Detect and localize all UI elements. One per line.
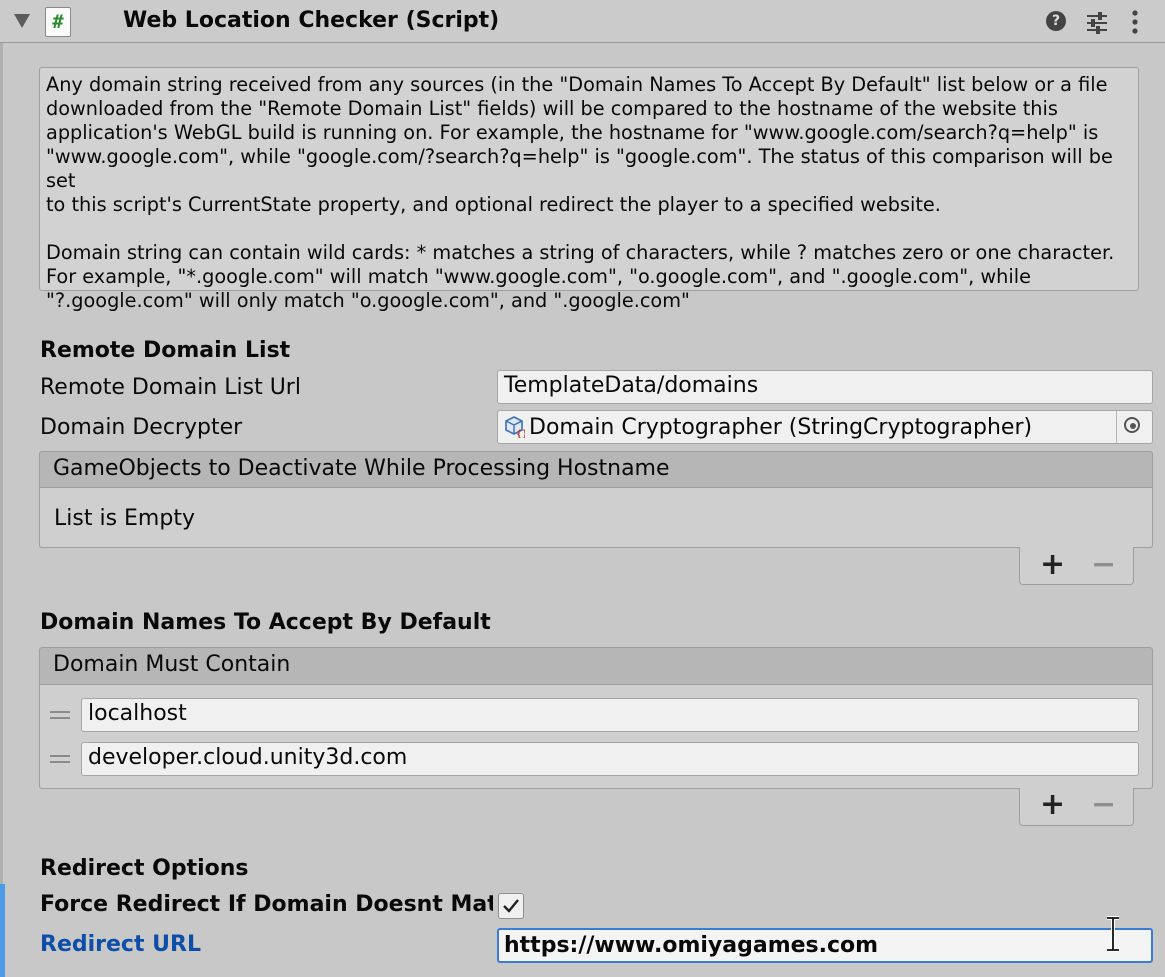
scriptable-object-icon: {} bbox=[505, 416, 525, 438]
domain-list-footer bbox=[1019, 788, 1134, 826]
help-paragraph: Any domain string received from any sour… bbox=[46, 73, 1113, 216]
presets-icon[interactable] bbox=[1084, 9, 1110, 35]
remove-element-button[interactable]: − bbox=[1091, 550, 1116, 580]
redirect-url-label: Redirect URL bbox=[40, 932, 201, 957]
domain-decrypter-label: Domain Decrypter bbox=[40, 415, 243, 440]
force-redirect-label: Force Redirect If Domain Doesnt Match bbox=[40, 892, 493, 917]
inspector-left-edge bbox=[0, 43, 3, 977]
svg-text:{}: {} bbox=[516, 429, 525, 438]
domain-entry-field[interactable]: localhost bbox=[81, 698, 1139, 732]
help-paragraph: Domain string can contain wild cards: * … bbox=[46, 241, 1115, 312]
remote-domain-list-url-label: Remote Domain List Url bbox=[40, 375, 301, 400]
force-redirect-checkbox[interactable] bbox=[498, 893, 524, 919]
domain-entry-field[interactable]: developer.cloud.unity3d.com bbox=[81, 742, 1139, 776]
remote-domain-list-url-field[interactable]: TemplateData/domains bbox=[497, 370, 1153, 404]
focus-indicator-bar bbox=[0, 884, 5, 977]
help-box: Any domain string received from any sour… bbox=[39, 67, 1139, 312]
deactivate-list-footer bbox=[1019, 547, 1134, 585]
section-title-remote-domain-list: Remote Domain List bbox=[40, 338, 291, 363]
object-picker-divider bbox=[1116, 411, 1117, 443]
domain-list-header[interactable]: Domain Must Contain bbox=[39, 647, 1153, 685]
deactivate-list-header[interactable]: GameObjects to Deactivate While Processi… bbox=[39, 451, 1153, 488]
section-title-redirect-options: Redirect Options bbox=[40, 856, 249, 881]
context-menu-icon[interactable] bbox=[1128, 9, 1142, 35]
foldout-arrow-icon[interactable] bbox=[14, 14, 30, 28]
script-icon: # bbox=[45, 7, 71, 37]
deactivate-list-body bbox=[39, 488, 1153, 548]
object-picker-dot bbox=[1130, 423, 1136, 429]
list-empty-text: List is Empty bbox=[54, 506, 195, 531]
domain-decrypter-value: Domain Cryptographer (StringCryptographe… bbox=[529, 415, 1033, 440]
drag-handle-icon[interactable] bbox=[50, 711, 70, 719]
remove-element-button[interactable]: − bbox=[1091, 790, 1116, 820]
add-element-button[interactable]: + bbox=[1040, 790, 1065, 820]
add-element-button[interactable]: + bbox=[1040, 550, 1065, 580]
redirect-url-field[interactable]: https://www.omiyagames.com bbox=[497, 928, 1153, 963]
component-title: Web Location Checker (Script) bbox=[123, 8, 500, 33]
drag-handle-icon[interactable] bbox=[50, 755, 70, 763]
section-title-domain-names: Domain Names To Accept By Default bbox=[40, 610, 491, 635]
checkmark-icon bbox=[503, 899, 519, 913]
text-cursor-icon bbox=[1107, 916, 1119, 952]
help-icon[interactable]: ? bbox=[1046, 11, 1066, 31]
